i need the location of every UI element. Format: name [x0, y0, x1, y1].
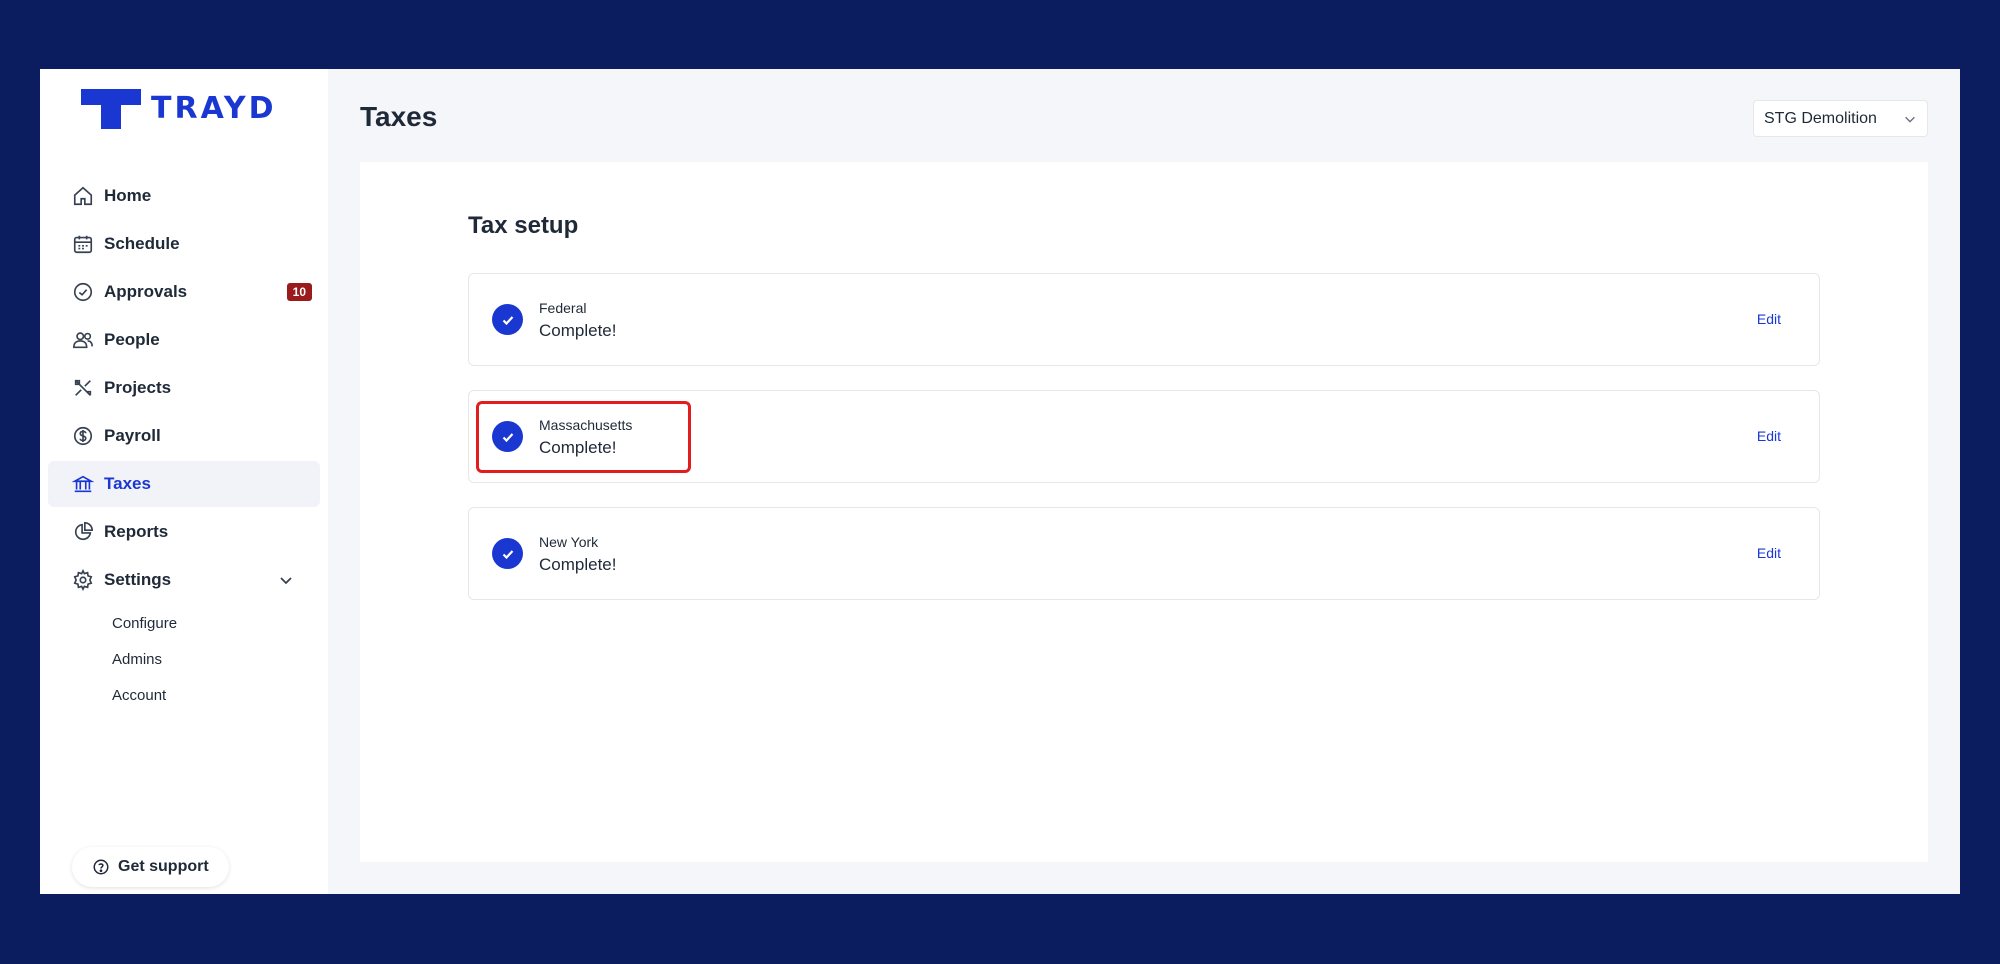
tax-row-new-york: New York Complete! Edit — [468, 507, 1820, 600]
tax-jurisdiction-name: Federal — [539, 300, 587, 316]
tax-jurisdiction-name: New York — [539, 534, 599, 550]
app-window: TRAYD Home Schedule Approvals 10 People … — [40, 69, 1960, 894]
approvals-count-badge: 10 — [286, 283, 312, 301]
tax-row-massachusetts: Massachusetts Complete! Edit — [468, 390, 1820, 483]
check-circle-icon — [72, 281, 94, 303]
edit-new-york-button[interactable]: Edit — [1757, 545, 1781, 561]
nav-item-people[interactable]: People — [48, 317, 320, 363]
pie-chart-icon — [72, 521, 94, 543]
dollar-icon — [72, 425, 94, 447]
page-title: Taxes — [360, 101, 438, 132]
chevron-down-icon — [1903, 112, 1917, 126]
company-select-value: STG Demolition — [1764, 109, 1877, 127]
nav-item-schedule[interactable]: Schedule — [48, 221, 320, 267]
nav-item-taxes[interactable]: Taxes — [48, 461, 320, 507]
main-nav: Home Schedule Approvals 10 People Projec… — [48, 173, 320, 713]
tax-row-federal: Federal Complete! Edit — [468, 273, 1820, 366]
nav-item-home[interactable]: Home — [48, 173, 320, 219]
nav-label: People — [104, 330, 160, 349]
section-title: Tax setup — [468, 212, 579, 239]
tools-icon — [72, 377, 94, 399]
help-circle-icon — [92, 858, 110, 876]
nav-label: Approvals — [104, 282, 188, 301]
bank-icon — [72, 473, 94, 495]
tax-status: Complete! — [539, 438, 617, 457]
nav-label: Reports — [104, 522, 169, 541]
nav-item-settings[interactable]: Settings — [48, 557, 320, 603]
people-icon — [72, 329, 94, 351]
logo-text: TRAYD — [151, 91, 277, 126]
tax-jurisdiction-name: Massachusetts — [539, 417, 633, 433]
sub-item-account[interactable]: Account — [48, 677, 320, 713]
edit-federal-button[interactable]: Edit — [1757, 311, 1781, 327]
trayd-logo[interactable]: TRAYD — [81, 89, 277, 129]
get-support-button[interactable]: Get support — [72, 847, 229, 887]
nav-item-approvals[interactable]: Approvals 10 — [48, 269, 320, 315]
sidebar: TRAYD Home Schedule Approvals 10 People … — [40, 69, 328, 894]
calendar-icon — [72, 233, 94, 255]
nav-label: Settings — [104, 570, 172, 589]
nav-label: Payroll — [104, 426, 161, 445]
nav-item-payroll[interactable]: Payroll — [48, 413, 320, 459]
nav-label: Taxes — [104, 474, 151, 493]
settings-subnav: Configure Admins Account — [48, 605, 320, 713]
tax-setup-card: Tax setup Federal Complete! Edit Massach… — [360, 162, 1928, 862]
nav-label: Home — [104, 186, 152, 205]
chevron-down-icon[interactable] — [278, 572, 294, 588]
checkmark-icon — [492, 421, 523, 452]
tax-status: Complete! — [539, 555, 617, 574]
home-icon — [72, 185, 94, 207]
sub-item-configure[interactable]: Configure — [48, 605, 320, 641]
checkmark-icon — [492, 538, 523, 569]
nav-label: Projects — [104, 378, 172, 397]
nav-item-projects[interactable]: Projects — [48, 365, 320, 411]
edit-massachusetts-button[interactable]: Edit — [1757, 428, 1781, 444]
get-support-label: Get support — [118, 858, 209, 875]
main-content: Taxes STG Demolition Tax setup Federal C… — [328, 69, 1960, 894]
sub-item-admins[interactable]: Admins — [48, 641, 320, 677]
nav-item-reports[interactable]: Reports — [48, 509, 320, 555]
checkmark-icon — [492, 304, 523, 335]
logo-mark-icon — [81, 89, 141, 129]
nav-label: Schedule — [104, 234, 180, 253]
gear-icon — [72, 569, 94, 591]
company-select[interactable]: STG Demolition — [1753, 100, 1928, 137]
tax-status: Complete! — [539, 321, 617, 340]
